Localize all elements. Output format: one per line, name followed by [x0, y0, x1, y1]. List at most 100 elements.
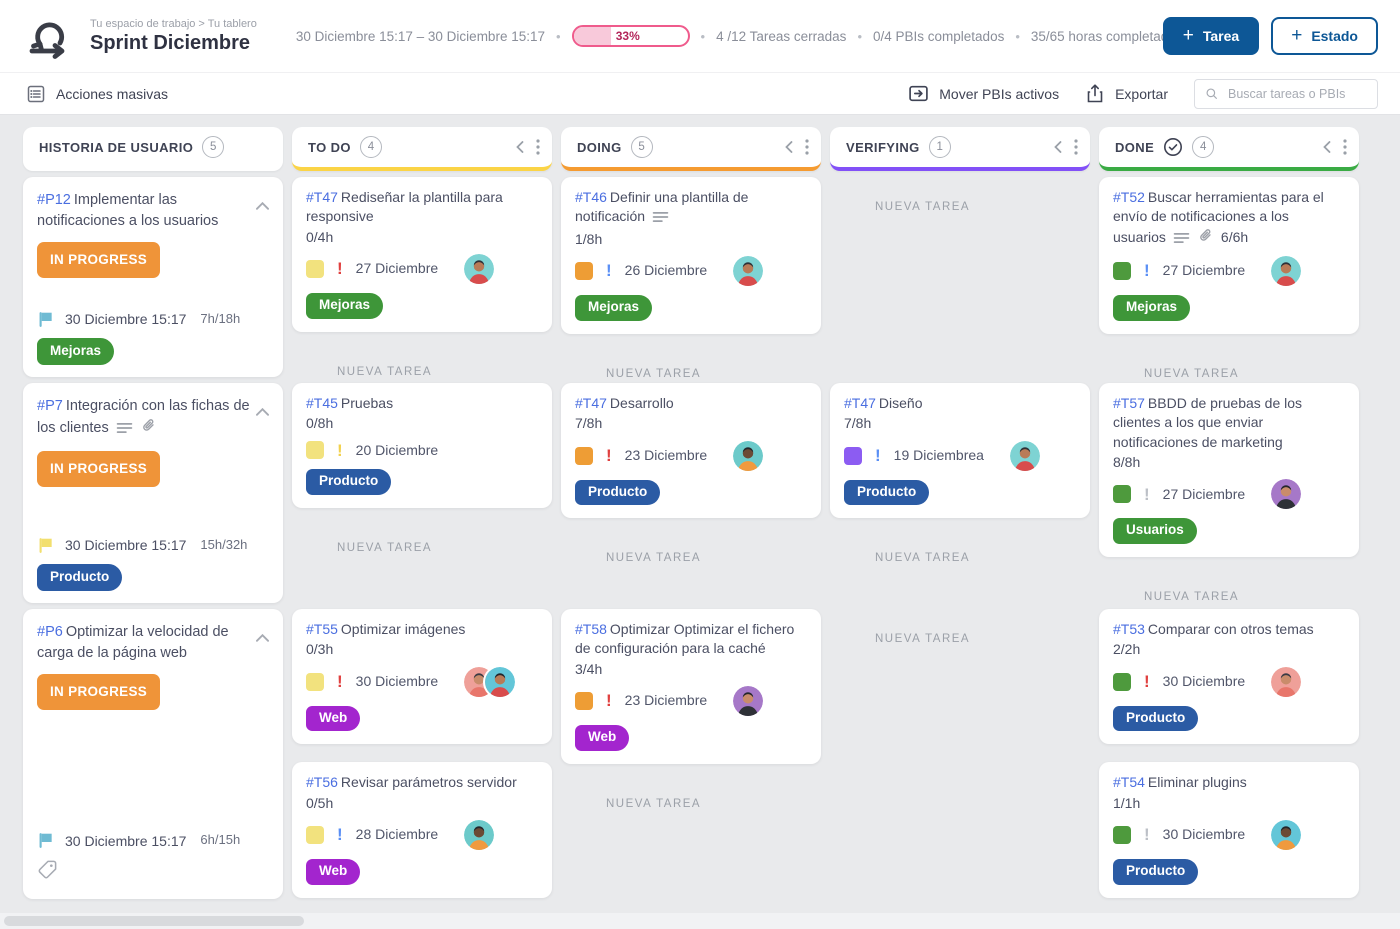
task-hours: 6/6h — [1221, 229, 1248, 245]
due-date: 19 Diciembrea — [894, 446, 984, 465]
column-menu-icon[interactable] — [1074, 139, 1078, 155]
column-header-done: DONE 4 — [1099, 127, 1359, 171]
avatar — [1271, 667, 1301, 697]
new-task-button[interactable]: NUEVA TAREA — [561, 368, 821, 380]
task-title: Desarrollo — [610, 395, 674, 411]
tag-badge: Web — [306, 706, 360, 732]
task-card[interactable]: #T57BBDD de pruebas de los clientes a lo… — [1099, 383, 1359, 557]
column-menu-icon[interactable] — [805, 139, 809, 155]
due-date: 27 Diciembre — [1163, 485, 1245, 504]
story-card[interactable]: #P6Optimizar la velocidad de carga de la… — [23, 609, 283, 899]
new-task-button[interactable]: NUEVA TAREA — [1099, 591, 1359, 603]
status-square — [575, 692, 593, 710]
task-title: Pruebas — [341, 395, 393, 411]
export-button[interactable]: Exportar — [1085, 83, 1168, 104]
tag-badge: Producto — [306, 469, 391, 495]
story-card[interactable]: #P12Implementar las notificaciones a los… — [23, 177, 283, 377]
new-task-button[interactable]: NUEVA TAREA — [561, 798, 821, 810]
task-card[interactable]: #T56Revisar parámetros servidor 0/5h ! 2… — [292, 762, 552, 897]
collapse-column-icon[interactable] — [785, 141, 793, 153]
column-menu-icon[interactable] — [536, 139, 540, 155]
priority-icon: ! — [1144, 486, 1150, 503]
assignee-avatars — [733, 686, 763, 716]
task-card[interactable]: #T47Rediseñar la plantilla para responsi… — [292, 177, 552, 332]
task-card[interactable]: #T58Optimizar Optimizar el fichero de co… — [561, 609, 821, 764]
task-id: #T58 — [575, 621, 607, 637]
scrollbar-thumb[interactable] — [4, 916, 304, 926]
task-id: #T52 — [1113, 189, 1145, 205]
status-badge: IN PROGRESS — [37, 674, 160, 710]
tag-badge: Producto — [575, 480, 660, 506]
new-task-button[interactable]: NUEVA TAREA — [830, 633, 1090, 645]
task-card[interactable]: #T55Optimizar imágenes 0/3h ! 30 Diciemb… — [292, 609, 552, 744]
collapse-column-icon[interactable] — [1323, 141, 1331, 153]
sprint-logo-icon[interactable] — [24, 13, 76, 59]
collapse-column-icon[interactable] — [516, 141, 524, 153]
new-task-button[interactable]: NUEVA TAREA — [1099, 368, 1359, 380]
board-cell-doing: #T47Desarrollo 7/8h ! 23 Diciembre Produ… — [561, 383, 821, 603]
stat-hours-completed: 35/65 horas completadas — [1031, 29, 1183, 44]
search-input[interactable] — [1226, 86, 1367, 102]
story-hours: 6h/15h — [200, 831, 240, 850]
task-card[interactable]: #T46Definir una plantilla de notificació… — [561, 177, 821, 334]
new-task-button[interactable]: NUEVA TAREA — [830, 552, 1090, 564]
breadcrumb[interactable]: Tu espacio de trabajo > Tu tablero — [90, 18, 257, 30]
task-card[interactable]: #T47Desarrollo 7/8h ! 23 Diciembre Produ… — [561, 383, 821, 518]
assignee-avatars — [1271, 820, 1301, 850]
flag-icon — [37, 311, 54, 328]
status-square — [1113, 485, 1131, 503]
column-count-badge: 5 — [631, 136, 653, 158]
assignee-avatars — [464, 820, 494, 850]
task-card[interactable]: #T45Pruebas 0/8h ! 20 Diciembre Producto — [292, 383, 552, 508]
board-cell-doing: #T58Optimizar Optimizar el fichero de co… — [561, 609, 821, 899]
story-id: #P6 — [37, 624, 63, 640]
task-card[interactable]: #T53Comparar con otros temas 2/2h ! 30 D… — [1099, 609, 1359, 744]
task-hours: 0/3h — [306, 640, 538, 659]
bulk-actions-button[interactable]: Acciones masivas — [26, 84, 168, 104]
horizontal-scrollbar[interactable] — [0, 913, 1400, 929]
tag-badge: Producto — [1113, 859, 1198, 885]
task-id: #T47 — [575, 395, 607, 411]
collapse-column-icon[interactable] — [1054, 141, 1062, 153]
move-pbis-button[interactable]: Mover PBIs activos — [908, 83, 1059, 104]
description-icon — [1173, 230, 1190, 249]
description-icon — [652, 209, 669, 228]
task-hours: 1/1h — [1113, 794, 1345, 813]
priority-icon: ! — [1144, 262, 1150, 279]
board-cell-done: #T53Comparar con otros temas 2/2h ! 30 D… — [1099, 609, 1359, 899]
task-id: #T53 — [1113, 621, 1145, 637]
task-card[interactable]: #T52Buscar herramientas para el envío de… — [1099, 177, 1359, 334]
add-state-button[interactable]: + Estado — [1271, 17, 1378, 55]
done-check-icon — [1163, 137, 1183, 157]
story-date: 30 Diciembre 15:17 — [65, 535, 186, 555]
chevron-up-icon[interactable] — [256, 622, 269, 649]
story-hours: 15h/32h — [200, 536, 247, 555]
add-task-button[interactable]: + Tarea — [1163, 17, 1259, 55]
story-card[interactable]: #P7Integración con las fichas de los cli… — [23, 383, 283, 603]
due-date: 30 Diciembre — [1163, 825, 1245, 844]
priority-icon: ! — [1144, 673, 1150, 690]
task-title: Optimizar Optimizar el fichero de config… — [575, 621, 794, 656]
column-count-badge: 5 — [202, 136, 224, 158]
search-box[interactable] — [1194, 79, 1378, 109]
tag-badge: Mejoras — [575, 295, 652, 321]
sprint-date-range[interactable]: 30 Diciembre 15:17 – 30 Diciembre 15:17 — [296, 29, 545, 44]
chevron-up-icon[interactable] — [256, 190, 269, 217]
priority-icon: ! — [337, 260, 343, 277]
priority-icon: ! — [606, 447, 612, 464]
new-task-button[interactable]: NUEVA TAREA — [292, 542, 552, 554]
task-title: Revisar parámetros servidor — [341, 774, 517, 790]
due-date: 28 Diciembre — [356, 825, 438, 844]
story-date: 30 Diciembre 15:17 — [65, 309, 186, 329]
board-cell-todo: #T45Pruebas 0/8h ! 20 Diciembre Producto… — [292, 383, 552, 603]
header-buttons: + Tarea + Estado — [1163, 17, 1378, 55]
new-task-button[interactable]: NUEVA TAREA — [830, 201, 1090, 213]
column-header-historia: HISTORIA DE USUARIO 5 — [23, 127, 283, 171]
stat-tasks-closed: 4 /12 Tareas cerradas — [716, 29, 846, 44]
new-task-button[interactable]: NUEVA TAREA — [292, 366, 552, 378]
column-menu-icon[interactable] — [1343, 139, 1347, 155]
task-card[interactable]: #T47Diseño 7/8h ! 19 Diciembrea Producto — [830, 383, 1090, 518]
task-card[interactable]: #T54Eliminar plugins 1/1h ! 30 Diciembre… — [1099, 762, 1359, 897]
chevron-up-icon[interactable] — [256, 396, 269, 423]
new-task-button[interactable]: NUEVA TAREA — [561, 552, 821, 564]
